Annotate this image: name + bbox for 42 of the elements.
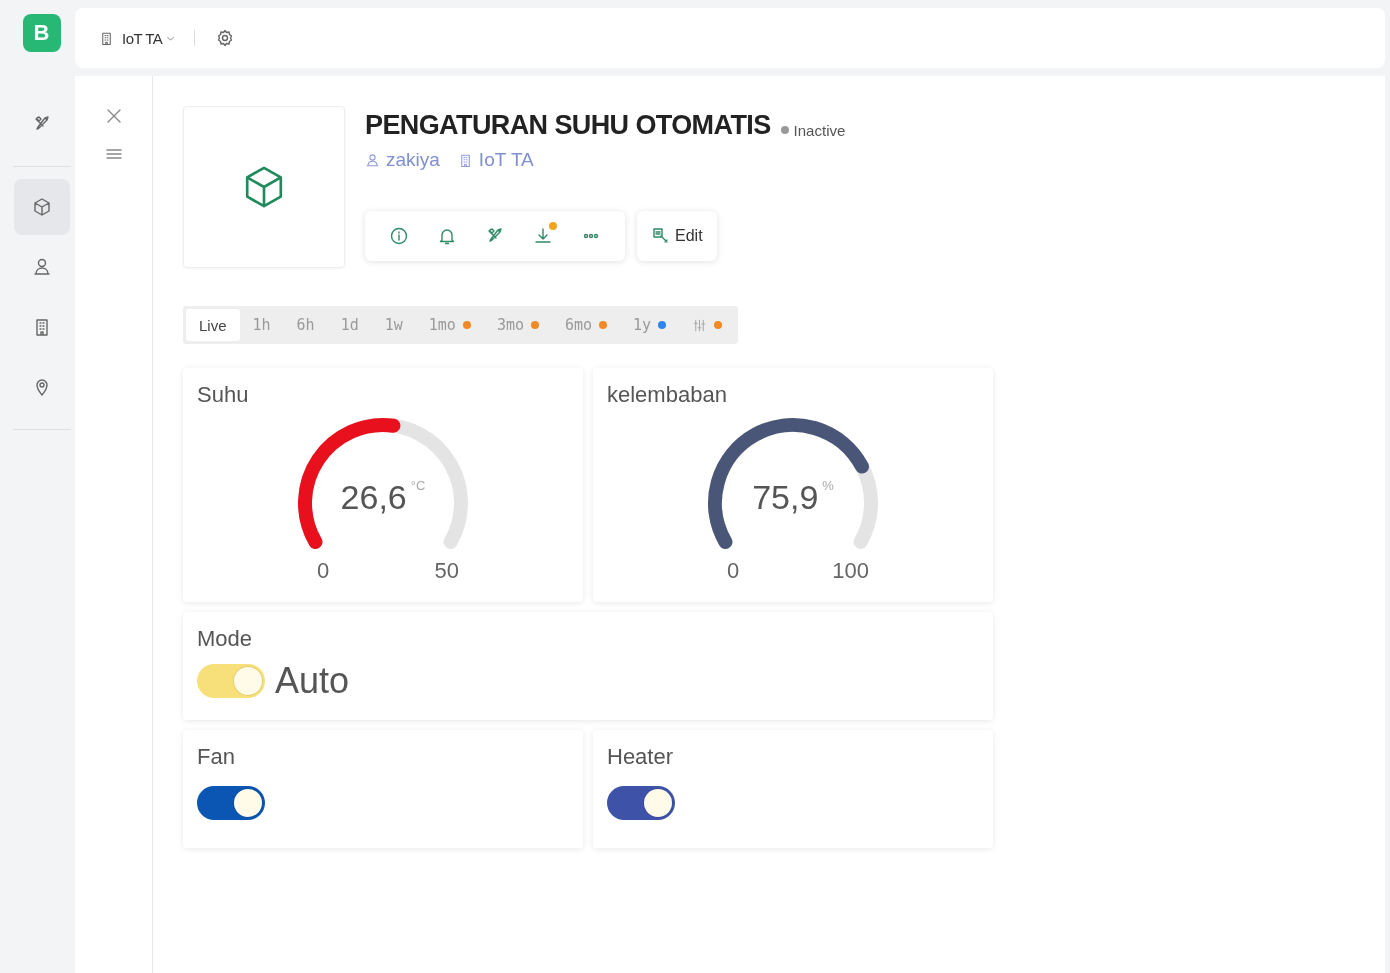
app-logo[interactable]: B (22, 14, 61, 52)
gauge-unit: °C (410, 478, 426, 493)
edit-button[interactable]: Edit (637, 211, 717, 261)
status-label: Inactive (780, 121, 846, 139)
time-range-tab[interactable]: Live (186, 309, 240, 341)
time-range-tab[interactable]: 3mo (483, 309, 552, 341)
gauge-min-label: 0 (727, 558, 740, 584)
switch-label: Auto (275, 660, 350, 702)
gauge-value: 26,6 (340, 478, 407, 517)
time-range-tab[interactable]: 1w (371, 309, 416, 341)
toggle-switch[interactable] (197, 786, 265, 820)
time-range-tab[interactable]: 6h (283, 309, 328, 341)
widget-title: Fan (197, 744, 236, 770)
sliders-icon (692, 317, 708, 333)
info-icon (389, 226, 409, 246)
org-link[interactable]: IoT TA (457, 149, 534, 171)
time-range-tab[interactable]: 6mo (551, 309, 621, 341)
toggle-switch[interactable] (607, 786, 675, 820)
user-icon (365, 152, 380, 168)
cube-icon (31, 197, 52, 217)
time-range-tab[interactable]: 1y (620, 309, 680, 341)
time-range-tab[interactable]: 1h (239, 309, 284, 341)
building-icon (99, 30, 114, 46)
gauge-value: 75,9 (752, 478, 819, 517)
time-range-tab[interactable]: 1d (327, 309, 372, 341)
gauge-max-label: 50 (434, 558, 459, 584)
sidebar-item[interactable] (13, 179, 70, 235)
widget-title: Mode (197, 626, 254, 652)
download-icon (533, 226, 553, 246)
widget-title: kelembaban (607, 382, 728, 408)
gauge-max-label: 100 (832, 558, 869, 584)
gauge-min-label: 0 (317, 558, 330, 584)
widget-title: Suhu (197, 382, 250, 408)
gauge-unit: % (822, 478, 834, 493)
user-icon (31, 257, 52, 277)
widget-title: Heater (607, 744, 675, 770)
device-title: PENGATURAN SUHU OTOMATIS (365, 110, 771, 141)
owner-link[interactable]: zakiya (365, 149, 440, 171)
bell-icon (437, 226, 457, 246)
toggle-switch[interactable] (197, 664, 265, 698)
org-dropdown[interactable]: IoT TA (122, 29, 177, 47)
time-range-tab[interactable]: 1mo (415, 309, 484, 341)
